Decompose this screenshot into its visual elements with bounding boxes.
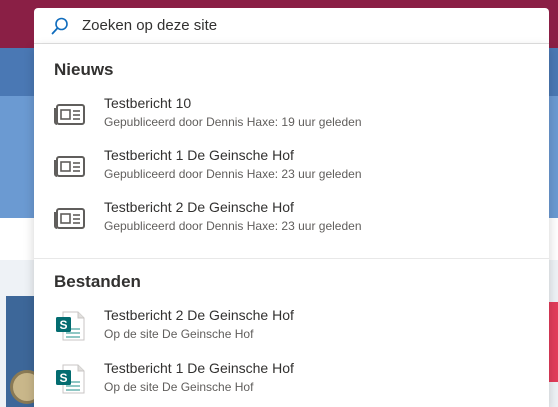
sharepoint-page-icon: S	[56, 364, 85, 394]
file-result-item[interactable]: S Testbericht 2 De Geinsche Hof Op de si…	[34, 302, 549, 354]
file-result-item[interactable]: S Testbericht 1 De Geinsche Hof Op de si…	[34, 355, 549, 407]
search-box[interactable]	[34, 8, 549, 44]
svg-text:S: S	[59, 318, 67, 332]
result-subtitle: Op de site De Geinsche Hof	[104, 380, 254, 394]
result-subtitle: Gepubliceerd door Dennis Haxe: 23 uur ge…	[104, 219, 362, 233]
result-title: Testbericht 2 De Geinsche Hof	[104, 199, 294, 215]
files-section-heading: Bestanden	[54, 272, 141, 291]
search-input[interactable]	[82, 8, 522, 44]
news-card-image-right	[548, 302, 558, 382]
news-result-item[interactable]: Testbericht 2 De Geinsche Hof Gepublicee…	[34, 194, 549, 246]
search-icon	[51, 17, 68, 35]
news-result-item[interactable]: Testbericht 1 De Geinsche Hof Gepublicee…	[34, 142, 549, 194]
sharepoint-page-icon: S	[56, 311, 85, 341]
svg-text:S: S	[59, 371, 67, 385]
result-title: Testbericht 10	[104, 95, 192, 111]
result-title: Testbericht 1 De Geinsche Hof	[104, 147, 294, 163]
news-icon	[54, 156, 85, 177]
news-section-heading: Nieuws	[54, 60, 114, 79]
result-title: Testbericht 2 De Geinsche Hof	[104, 307, 294, 323]
result-subtitle: Gepubliceerd door Dennis Haxe: 23 uur ge…	[104, 167, 362, 181]
news-icon	[54, 208, 85, 229]
search-suggestions-dropdown: Nieuws Testbericht 10 Gepubliceerd door …	[34, 44, 549, 407]
news-result-item[interactable]: Testbericht 10 Gepubliceerd door Dennis …	[34, 90, 549, 142]
result-subtitle: Op de site De Geinsche Hof	[104, 327, 254, 341]
sharepoint-page: Nieuws Testbericht 10 Gepubliceerd door …	[0, 0, 558, 407]
result-title: Testbericht 1 De Geinsche Hof	[104, 360, 294, 376]
section-divider	[34, 258, 549, 259]
result-subtitle: Gepubliceerd door Dennis Haxe: 19 uur ge…	[104, 115, 362, 129]
news-icon	[54, 104, 85, 125]
